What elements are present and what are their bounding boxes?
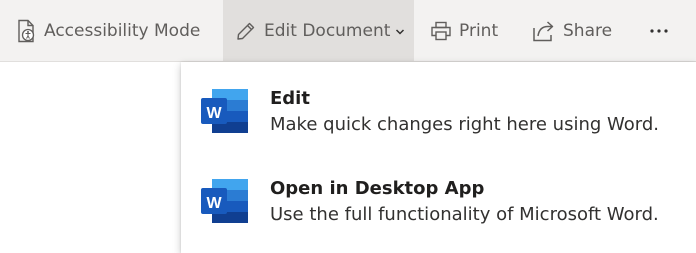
print-label: Print [459,20,499,41]
more-options-button[interactable] [645,0,673,61]
accessibility-document-icon [16,19,38,43]
menu-item-edit-description: Make quick changes right here using Word… [270,114,659,135]
share-icon [532,20,556,42]
menu-item-edit-title: Edit [270,88,310,109]
printer-icon [430,21,452,41]
share-button[interactable]: Share [532,0,612,61]
menu-item-open-desktop-app-title: Open in Desktop App [270,178,485,199]
svg-text:W: W [206,105,222,122]
edit-document-menu: W Edit Make quick changes right here usi… [181,62,696,253]
menu-item-open-desktop-app-description: Use the full functionality of Microsoft … [270,204,659,225]
print-button[interactable]: Print [430,0,498,61]
svg-text:W: W [206,195,222,212]
word-icon: W [200,89,250,137]
edit-document-label: Edit Document [264,20,391,41]
pencil-icon [236,21,256,41]
edit-document-button[interactable]: Edit Document [223,0,414,61]
share-label: Share [563,20,613,41]
word-icon: W [200,179,250,227]
more-ellipsis-icon [649,28,669,34]
chevron-down-icon [395,28,405,36]
menu-item-edit[interactable]: W Edit Make quick changes right here usi… [181,76,696,164]
command-bar: Accessibility Mode Edit Document Print S… [0,0,696,62]
accessibility-mode-button[interactable]: Accessibility Mode [16,0,200,61]
menu-item-open-desktop-app[interactable]: W Open in Desktop App Use the full funct… [181,166,696,253]
accessibility-mode-label: Accessibility Mode [44,20,201,41]
